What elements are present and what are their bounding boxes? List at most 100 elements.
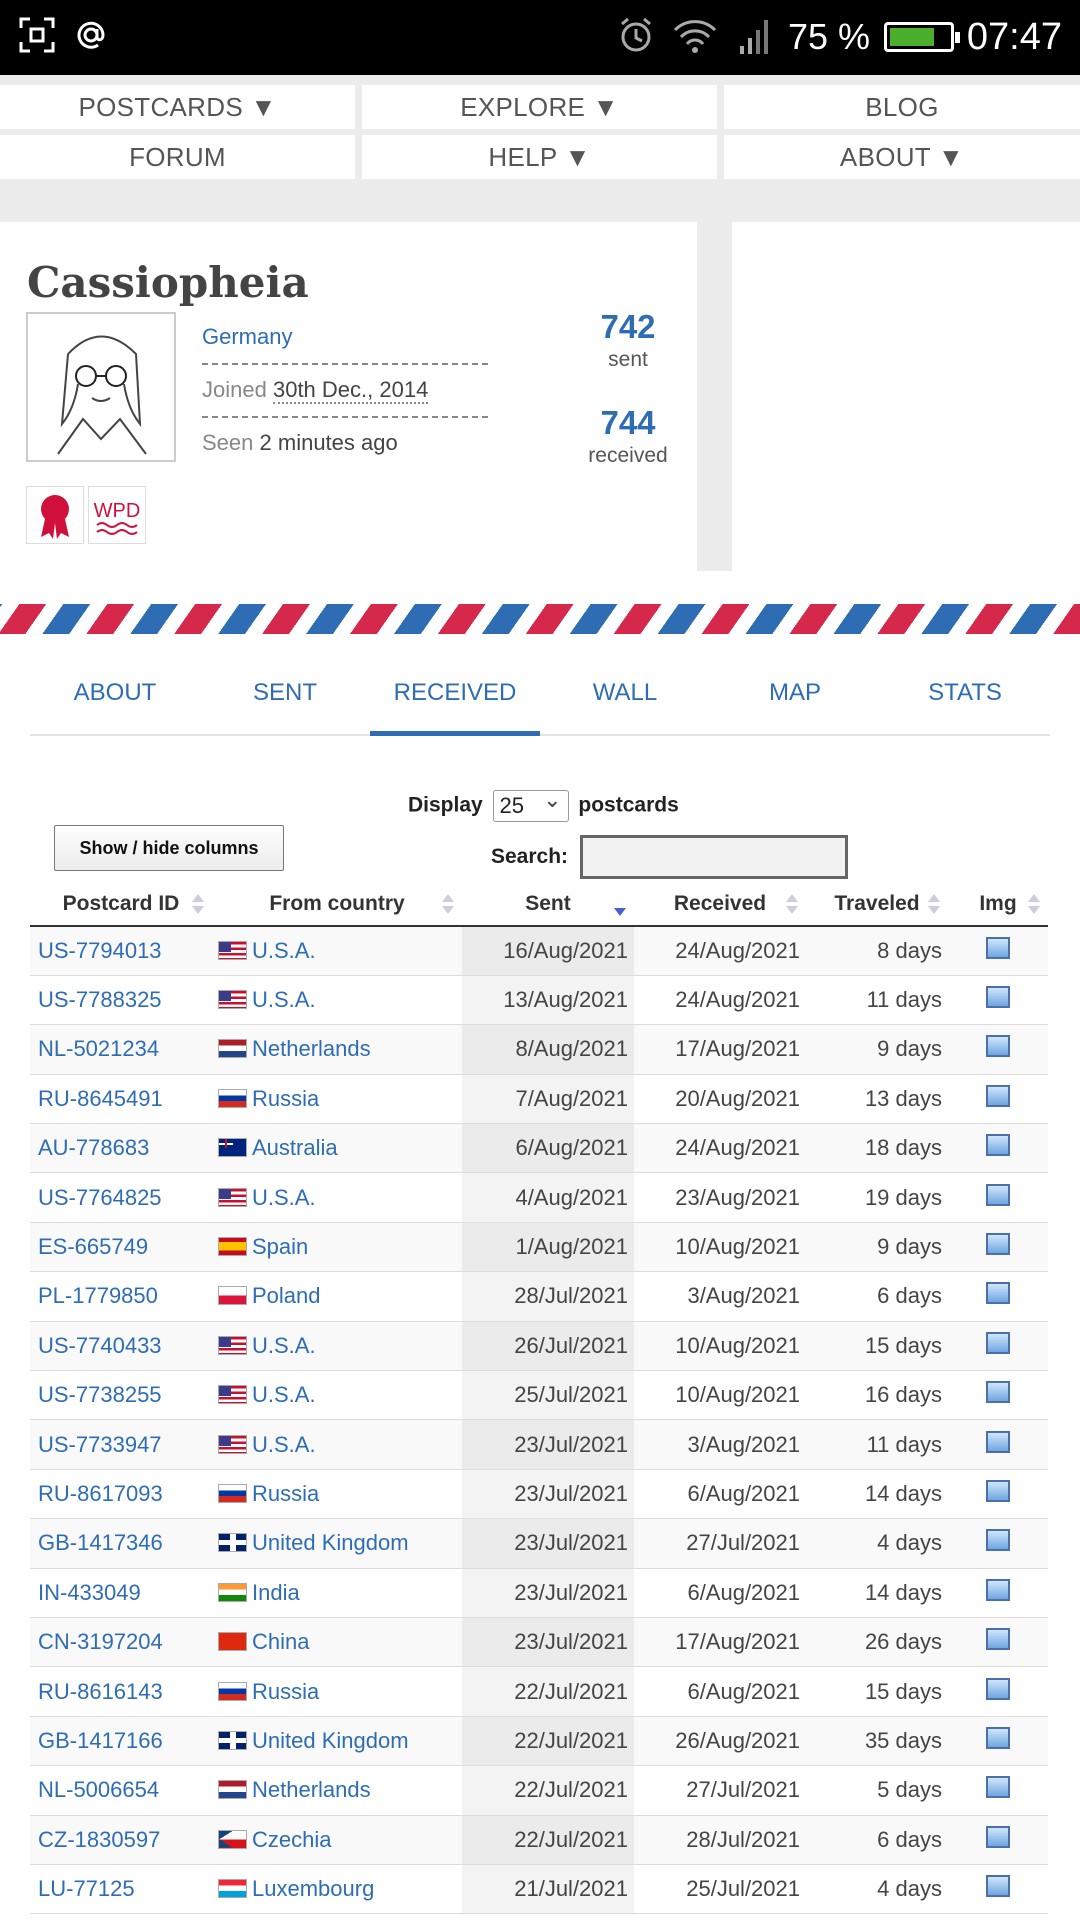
country-cell[interactable]: Netherlands: [212, 1765, 462, 1816]
country-link[interactable]: Spain: [252, 1234, 308, 1259]
img-cell[interactable]: [948, 1666, 1048, 1717]
country-cell[interactable]: Russia: [212, 1666, 462, 1717]
wpd-badge[interactable]: WPD: [88, 486, 146, 544]
country-link[interactable]: U.S.A.: [252, 1382, 316, 1407]
image-icon[interactable]: [986, 1578, 1010, 1601]
nav-help[interactable]: HELP ▼: [362, 135, 717, 179]
postcard-id-link[interactable]: US-7733947: [30, 1419, 212, 1470]
country-cell[interactable]: U.S.A.: [212, 926, 462, 976]
country-link[interactable]: U.S.A.: [252, 1333, 316, 1358]
img-cell[interactable]: [948, 1617, 1048, 1668]
postcard-id-link[interactable]: GB-1417346: [30, 1518, 212, 1569]
postcard-id-link[interactable]: RU-8616143: [30, 1666, 212, 1717]
postcard-id-link[interactable]: IN-433049: [30, 1568, 212, 1618]
country-cell[interactable]: U.S.A.: [212, 975, 462, 1026]
display-count-select[interactable]: 25: [492, 785, 569, 822]
postcard-id-link[interactable]: US-7764825: [30, 1172, 212, 1223]
img-cell[interactable]: [948, 1419, 1048, 1470]
country-cell[interactable]: Spain: [212, 1222, 462, 1273]
country-cell[interactable]: China: [212, 1617, 462, 1668]
image-icon[interactable]: [986, 1479, 1010, 1502]
postcard-id-link[interactable]: US-7738255: [30, 1370, 212, 1421]
country-cell[interactable]: U.S.A.: [212, 1172, 462, 1223]
country-cell[interactable]: Luxembourg: [212, 1864, 462, 1915]
country-cell[interactable]: Russia: [212, 1074, 462, 1125]
postcard-id-link[interactable]: PL-1779850: [30, 1271, 212, 1322]
country-cell[interactable]: India: [212, 1568, 462, 1618]
image-icon[interactable]: [986, 986, 1010, 1009]
postcard-id-link[interactable]: US-7794013: [30, 926, 212, 976]
country-link[interactable]: Netherlands: [252, 1777, 371, 1802]
img-cell[interactable]: [948, 1123, 1048, 1174]
nav-explore[interactable]: EXPLORE ▼: [362, 85, 717, 129]
image-icon[interactable]: [986, 1331, 1010, 1354]
img-cell[interactable]: [948, 975, 1048, 1026]
image-icon[interactable]: [986, 1677, 1010, 1700]
img-cell[interactable]: [948, 1469, 1048, 1520]
img-cell[interactable]: [948, 1024, 1048, 1075]
country-cell[interactable]: Netherlands: [212, 1024, 462, 1075]
tab-received[interactable]: RECEIVED: [370, 660, 540, 736]
image-icon[interactable]: [986, 1084, 1010, 1107]
country-cell[interactable]: Czechia: [212, 1815, 462, 1865]
img-cell[interactable]: [948, 1765, 1048, 1816]
img-cell[interactable]: [948, 1864, 1048, 1915]
image-icon[interactable]: [986, 1726, 1010, 1749]
sent-count[interactable]: 742: [568, 308, 688, 346]
image-icon[interactable]: [986, 936, 1010, 959]
img-cell[interactable]: [948, 1716, 1048, 1767]
country-link[interactable]: Russia: [252, 1481, 319, 1506]
tab-sent[interactable]: SENT: [200, 660, 370, 736]
col-sent[interactable]: Sent: [462, 882, 634, 927]
country-cell[interactable]: U.S.A.: [212, 1321, 462, 1372]
country-link[interactable]: Russia: [252, 1679, 319, 1704]
img-cell[interactable]: [948, 926, 1048, 976]
country-link[interactable]: India: [252, 1580, 300, 1605]
postcard-id-link[interactable]: LU-77125: [30, 1864, 212, 1915]
col-received[interactable]: Received: [634, 882, 806, 927]
country-link[interactable]: Poland: [252, 1283, 321, 1308]
country-cell[interactable]: Australia: [212, 1123, 462, 1174]
image-icon[interactable]: [986, 1035, 1010, 1058]
country-link[interactable]: United Kingdom: [252, 1728, 409, 1753]
postcard-id-link[interactable]: NL-5021234: [30, 1024, 212, 1075]
award-ribbon-badge[interactable]: [26, 486, 84, 544]
country-link[interactable]: U.S.A.: [252, 938, 316, 963]
postcard-id-link[interactable]: CN-3197204: [30, 1617, 212, 1668]
country-cell[interactable]: United Kingdom: [212, 1518, 462, 1569]
image-icon[interactable]: [986, 1825, 1010, 1848]
country-cell[interactable]: U.S.A.: [212, 1419, 462, 1470]
avatar[interactable]: [26, 312, 176, 462]
country-link[interactable]: Luxembourg: [252, 1876, 374, 1901]
postcard-id-link[interactable]: RU-8617093: [30, 1469, 212, 1520]
img-cell[interactable]: [948, 1172, 1048, 1223]
country-link[interactable]: U.S.A.: [252, 987, 316, 1012]
image-icon[interactable]: [986, 1282, 1010, 1305]
received-count[interactable]: 744: [568, 404, 688, 442]
tab-map[interactable]: MAP: [710, 660, 880, 736]
postcard-id-link[interactable]: RU-8645491: [30, 1074, 212, 1125]
country-link[interactable]: Russia: [252, 1086, 319, 1111]
nav-postcards[interactable]: POSTCARDS ▼: [0, 85, 355, 129]
country-cell[interactable]: United Kingdom: [212, 1716, 462, 1767]
postcard-id-link[interactable]: CZ-1830597: [30, 1815, 212, 1865]
image-icon[interactable]: [986, 1134, 1010, 1157]
postcard-id-link[interactable]: ES-665749: [30, 1222, 212, 1273]
postcard-id-link[interactable]: US-7740433: [30, 1321, 212, 1372]
img-cell[interactable]: [948, 1568, 1048, 1618]
postcard-id-link[interactable]: GB-1417166: [30, 1716, 212, 1767]
country-cell[interactable]: U.S.A.: [212, 1370, 462, 1421]
postcard-id-link[interactable]: NL-5006654: [30, 1765, 212, 1816]
image-icon[interactable]: [986, 1381, 1010, 1404]
nav-forum[interactable]: FORUM: [0, 135, 355, 179]
col-img[interactable]: Img: [948, 882, 1048, 927]
show-hide-columns-button[interactable]: Show / hide columns: [54, 825, 284, 871]
profile-country-link[interactable]: Germany: [202, 324, 292, 350]
country-link[interactable]: China: [252, 1629, 309, 1654]
img-cell[interactable]: [948, 1271, 1048, 1322]
img-cell[interactable]: [948, 1222, 1048, 1273]
image-icon[interactable]: [986, 1529, 1010, 1552]
col-postcard-id[interactable]: Postcard ID: [30, 882, 212, 927]
postcard-id-link[interactable]: US-7788325: [30, 975, 212, 1026]
image-icon[interactable]: [986, 1233, 1010, 1256]
